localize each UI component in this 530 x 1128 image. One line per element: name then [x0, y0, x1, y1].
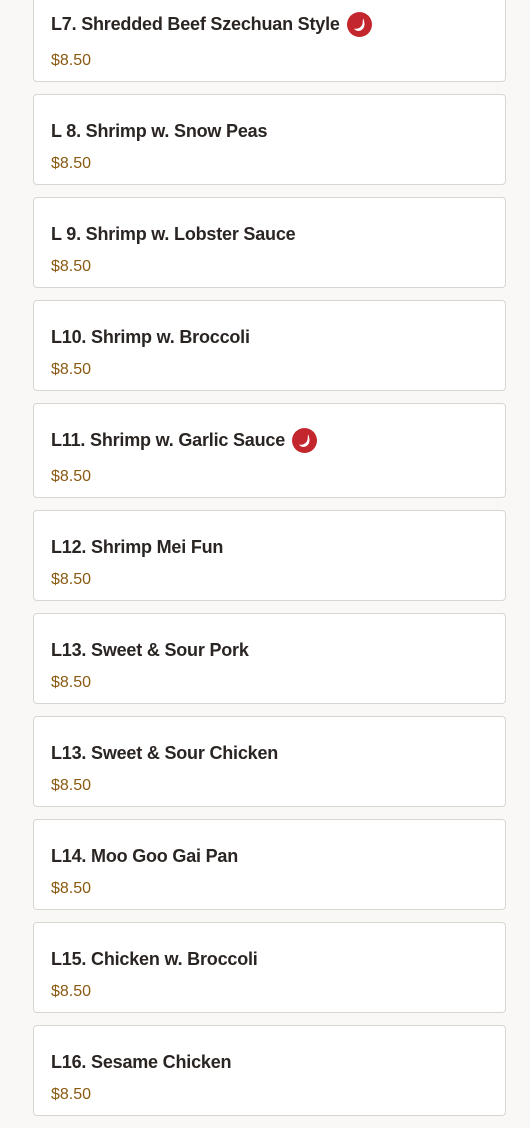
item-name: L7. Shredded Beef Szechuan Style — [51, 13, 340, 34]
item-name-row: L 8. Shrimp w. Snow Peas — [51, 118, 267, 144]
item-price: $8.50 — [51, 52, 92, 69]
menu-item-card[interactable]: L13. Sweet & Sour Pork $8.50 — [33, 613, 506, 704]
item-price: $8.50 — [51, 155, 92, 172]
menu-item-card[interactable]: L13. Sweet & Sour Chicken $8.50 — [33, 716, 506, 807]
menu-item-card[interactable]: L11. Shrimp w. Garlic Sauce $8.50 — [33, 403, 506, 498]
item-name: L15. Chicken w. Broccoli — [51, 948, 258, 969]
menu-item-card[interactable]: L 9. Shrimp w. Lobster Sauce $8.50 — [33, 197, 506, 288]
item-name-row: L11. Shrimp w. Garlic Sauce — [51, 427, 318, 453]
item-name-row: L13. Sweet & Sour Pork — [51, 637, 249, 663]
item-name: L10. Shrimp w. Broccoli — [51, 326, 250, 347]
item-name-row: L 9. Shrimp w. Lobster Sauce — [51, 221, 296, 247]
menu-item-card[interactable]: L7. Shredded Beef Szechuan Style $8.50 — [33, 0, 506, 82]
item-price: $8.50 — [51, 880, 92, 897]
item-name: L14. Moo Goo Gai Pan — [51, 845, 239, 866]
menu-item-card[interactable]: L16. Sesame Chicken $8.50 — [33, 1025, 506, 1116]
item-name-row: L12. Shrimp Mei Fun — [51, 534, 223, 560]
item-price: $8.50 — [51, 258, 92, 275]
item-price: $8.50 — [51, 571, 92, 588]
item-price: $8.50 — [51, 361, 92, 378]
item-name: L 9. Shrimp w. Lobster Sauce — [51, 223, 296, 244]
item-price: $8.50 — [51, 777, 92, 794]
item-name: L11. Shrimp w. Garlic Sauce — [51, 429, 286, 450]
item-name-row: L16. Sesame Chicken — [51, 1049, 231, 1075]
item-price: $8.50 — [51, 468, 92, 485]
menu-item-list: L7. Shredded Beef Szechuan Style $8.50 L… — [33, 0, 506, 1128]
item-price: $8.50 — [51, 1086, 92, 1103]
menu-item-card[interactable]: L10. Shrimp w. Broccoli $8.50 — [33, 300, 506, 391]
menu-item-card[interactable]: L14. Moo Goo Gai Pan $8.50 — [33, 819, 506, 910]
item-name-row: L15. Chicken w. Broccoli — [51, 946, 258, 972]
item-name: L16. Sesame Chicken — [51, 1051, 232, 1072]
menu-item-card[interactable]: L12. Shrimp Mei Fun $8.50 — [33, 510, 506, 601]
item-name: L 8. Shrimp w. Snow Peas — [51, 120, 268, 141]
menu-item-card[interactable]: L15. Chicken w. Broccoli $8.50 — [33, 922, 506, 1013]
item-name: L13. Sweet & Sour Chicken — [51, 742, 279, 763]
menu-item-card[interactable]: L 8. Shrimp w. Snow Peas $8.50 — [33, 94, 506, 185]
item-name: L13. Sweet & Sour Pork — [51, 639, 249, 660]
item-name: L12. Shrimp Mei Fun — [51, 536, 224, 557]
item-price: $8.50 — [51, 983, 92, 1000]
item-name-row: L10. Shrimp w. Broccoli — [51, 324, 250, 350]
item-price: $8.50 — [51, 674, 92, 691]
item-name-row: L7. Shredded Beef Szechuan Style — [51, 11, 372, 37]
item-name-row: L13. Sweet & Sour Chicken — [51, 740, 278, 766]
chili-pepper-icon — [346, 11, 372, 37]
chili-pepper-icon — [292, 427, 318, 453]
item-name-row: L14. Moo Goo Gai Pan — [51, 843, 238, 869]
